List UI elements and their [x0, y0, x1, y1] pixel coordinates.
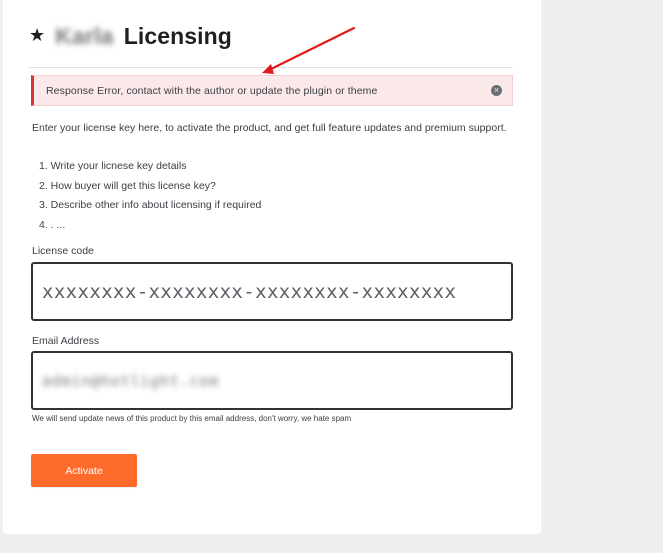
list-item: 3. Describe other info about licensing i…: [39, 199, 262, 211]
license-code-value: xxxxxxxx-xxxxxxxx-xxxxxxxx-xxxxxxxx: [42, 280, 457, 303]
error-notice-text: Response Error, contact with the author …: [46, 84, 378, 97]
activate-button[interactable]: Activate: [31, 454, 137, 487]
email-address-label: Email Address: [32, 335, 100, 347]
email-address-input[interactable]: admin@hotlight.com: [31, 351, 513, 410]
star-icon: ★: [29, 25, 46, 45]
licensing-steps: 1. Write your licnese key details 2. How…: [39, 160, 261, 238]
error-notice: Response Error, contact with the author …: [31, 75, 513, 106]
email-address-value: admin@hotlight.com: [42, 371, 219, 390]
title-row: ★ Karla Licensing: [29, 21, 232, 51]
license-code-label: License code: [32, 245, 94, 257]
email-helper-text: We will send update news of this product…: [32, 414, 352, 423]
page-title: Licensing: [123, 22, 232, 49]
list-item: 1. Write your licnese key details: [39, 160, 187, 172]
close-circle-icon[interactable]: ×: [491, 85, 502, 96]
title-divider: [29, 67, 513, 68]
brand-name-blurred: Karla: [55, 22, 114, 49]
license-code-input[interactable]: xxxxxxxx-xxxxxxxx-xxxxxxxx-xxxxxxxx: [31, 262, 513, 321]
list-item: 4. . ...: [39, 218, 66, 231]
license-description: Enter your license key here, to activate…: [32, 122, 507, 134]
list-item: 2. How buyer will get this license key?: [39, 179, 216, 192]
